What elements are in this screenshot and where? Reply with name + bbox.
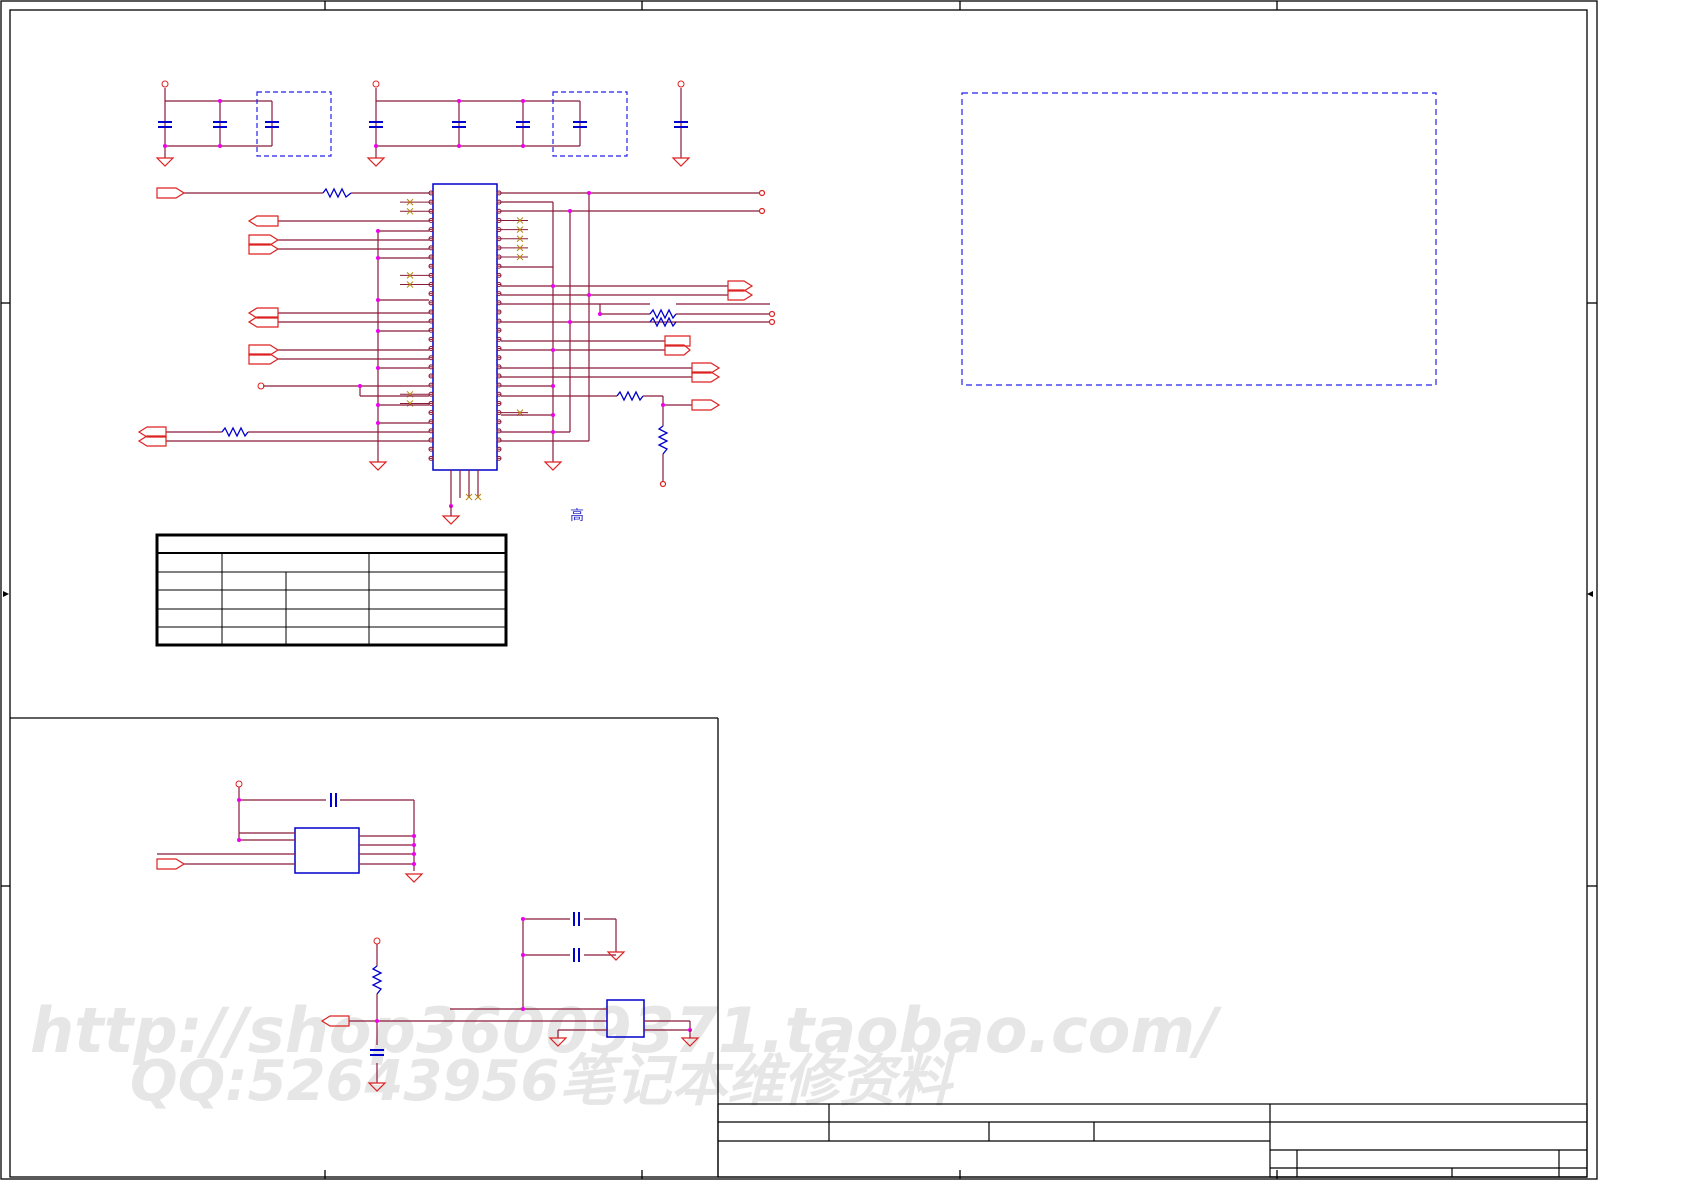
capacitor-icon bbox=[369, 121, 587, 128]
config-table bbox=[155, 533, 508, 647]
ground-icon bbox=[543, 461, 563, 471]
reserved-area-box bbox=[961, 92, 1437, 386]
left-wiring bbox=[166, 192, 429, 462]
ground-icon bbox=[366, 157, 386, 167]
ground-icon bbox=[671, 157, 691, 167]
right-wiring bbox=[501, 192, 770, 482]
capacitor-icon bbox=[158, 121, 279, 128]
resistor-icon bbox=[371, 965, 383, 995]
title-block bbox=[717, 1103, 1588, 1178]
small-ic-1 bbox=[156, 780, 424, 883]
output-port-icon bbox=[691, 399, 721, 411]
capacitor-icon bbox=[330, 793, 337, 807]
high-note: 高 bbox=[570, 507, 584, 524]
ground-icon bbox=[441, 515, 461, 525]
left-ports bbox=[137, 187, 280, 447]
connector-body bbox=[432, 183, 498, 471]
connector-ic bbox=[400, 183, 528, 525]
ground-icon bbox=[404, 873, 424, 883]
decoupling-cap-group-1 bbox=[155, 80, 332, 167]
ground-icon bbox=[368, 461, 388, 471]
output-port-icon bbox=[247, 215, 279, 227]
schematic-sheet: http://shop36009371.taobao.com/ QQ:52643… bbox=[0, 0, 1598, 1180]
ground-icon bbox=[155, 157, 175, 167]
input-port-icon bbox=[156, 187, 186, 199]
zone-arrows bbox=[3, 591, 1593, 597]
decoupling-cap-group-2 bbox=[366, 80, 628, 167]
ground-icon bbox=[606, 951, 626, 961]
right-junctions bbox=[551, 191, 665, 434]
decoupling-cap-single bbox=[671, 80, 691, 167]
watermark: http://shop36009371.taobao.com/ QQ:52643… bbox=[30, 994, 1222, 1114]
right-pin-stubs bbox=[496, 190, 528, 461]
input-port-icon bbox=[156, 858, 186, 870]
capacitor-icon bbox=[573, 912, 580, 962]
ic-body bbox=[294, 827, 360, 874]
resistor-icon bbox=[616, 308, 677, 455]
right-ports bbox=[664, 280, 754, 411]
